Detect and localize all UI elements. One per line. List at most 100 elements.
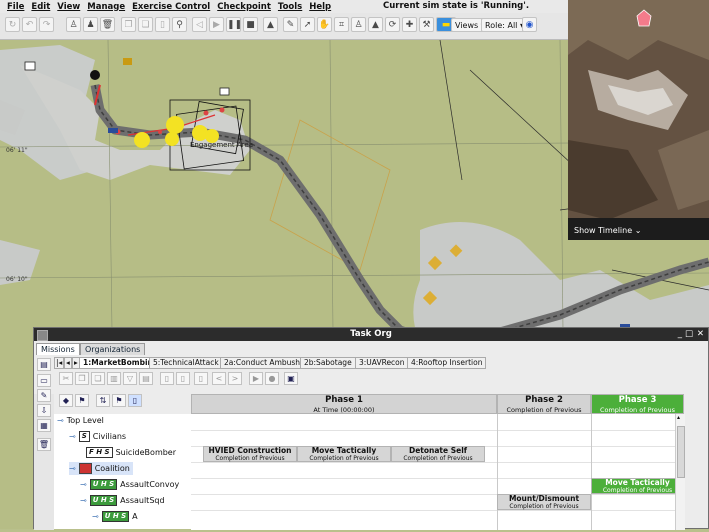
paste-icon[interactable]: ❏ bbox=[138, 17, 153, 32]
tree-node-coalition[interactable]: ⊸ Coalition bbox=[69, 462, 133, 475]
satellite-inset[interactable]: Show Timeline ⌄ bbox=[568, 0, 709, 240]
close-icon[interactable]: ✕ bbox=[697, 328, 704, 341]
menu-manage[interactable]: Manage bbox=[87, 2, 125, 12]
grid-icon[interactable]: ⌗ bbox=[334, 17, 349, 32]
flag-icon[interactable]: ⚑ bbox=[112, 394, 126, 407]
move-right-icon[interactable]: > bbox=[228, 372, 242, 385]
print-icon[interactable]: ▣ bbox=[284, 372, 298, 385]
scroll-prev-icon[interactable]: ◂ bbox=[64, 357, 72, 369]
undo-icon[interactable]: ↶ bbox=[22, 17, 37, 32]
task-move-tactically-phase-3[interactable]: Move Tactically Completion of Previous bbox=[591, 478, 684, 494]
binoculars-icon[interactable]: ⚲ bbox=[172, 17, 187, 32]
filter-icon[interactable]: ▽ bbox=[123, 372, 137, 385]
filter-tree-icon[interactable]: ⚑ bbox=[75, 394, 89, 407]
phase-2-header[interactable]: Phase 2 Completion of Previous bbox=[497, 394, 591, 414]
terrain-icon[interactable]: ▲ bbox=[368, 17, 383, 32]
warning-icon[interactable]: ▲ bbox=[263, 17, 278, 32]
tree-node-civilians[interactable]: ⊸ S Civilians bbox=[69, 430, 126, 443]
scroll-up-icon[interactable]: ▴ bbox=[677, 414, 680, 421]
doc-delete-icon[interactable]: ▯ bbox=[194, 372, 208, 385]
add-mission-icon[interactable]: ▤ bbox=[37, 358, 51, 371]
menu-help[interactable]: Help bbox=[309, 2, 331, 12]
refresh-icon[interactable]: ↻ bbox=[5, 17, 20, 32]
tag-icon[interactable]: ◆ bbox=[59, 394, 73, 407]
mission-tab-technicalattack[interactable]: 5:TechnicalAttack bbox=[149, 357, 223, 369]
import-icon[interactable]: ⇩ bbox=[37, 404, 51, 417]
main-toolbar: ↻ ↶ ↷ ♙ ♟ 🗑 ❐ ❏ ▯ ⚲ ◁ ▶ ❚❚ ■ ▲ ✎ ➚ ✋ ⌗ ♙… bbox=[0, 13, 568, 40]
delete-icon[interactable]: 🗑 bbox=[100, 17, 115, 32]
crosshair-icon[interactable]: ✚ bbox=[402, 17, 417, 32]
play-icon[interactable]: ▶ bbox=[209, 17, 224, 32]
sort-icon[interactable]: ⇅ bbox=[96, 394, 110, 407]
scroll-first-icon[interactable]: |◂ bbox=[54, 357, 65, 369]
cut-icon[interactable]: ✂ bbox=[59, 372, 73, 385]
mission-tab-conduct-ambush[interactable]: 2a:Conduct Ambush bbox=[220, 357, 305, 369]
pan-icon[interactable]: ✋ bbox=[317, 17, 332, 32]
phase-3-header[interactable]: Phase 3 Completion of Previous bbox=[591, 394, 684, 414]
red-unit-icon[interactable]: ▦ bbox=[37, 419, 51, 432]
doc-copy-icon[interactable]: ▯ bbox=[176, 372, 190, 385]
copy-task-icon[interactable]: ❐ bbox=[75, 372, 89, 385]
task-detonate-self[interactable]: Detonate Self Completion of Previous bbox=[391, 446, 485, 462]
doc-icon[interactable]: ▯ bbox=[160, 372, 174, 385]
show-timeline-button[interactable]: Show Timeline ⌄ bbox=[574, 226, 641, 235]
paste-task-icon[interactable]: ❏ bbox=[91, 372, 105, 385]
pause-icon[interactable]: ❚❚ bbox=[226, 17, 242, 32]
edit-mission-icon[interactable]: ✎ bbox=[37, 389, 51, 402]
phase-1-header[interactable]: Phase 1 At Time (00:00:00) bbox=[191, 394, 497, 414]
tools-icon[interactable]: ⚒ bbox=[419, 17, 434, 32]
pointer-icon[interactable]: ➚ bbox=[300, 17, 315, 32]
scroll-thumb[interactable] bbox=[677, 426, 685, 478]
menu-checkpoint[interactable]: Checkpoint bbox=[217, 2, 271, 12]
a-label: A bbox=[132, 512, 138, 521]
menu-edit[interactable]: Edit bbox=[31, 2, 50, 12]
expand-icon[interactable]: ⊸ bbox=[69, 432, 76, 441]
mission-tab-rooftop-insertion[interactable]: 4:Rooftop Insertion bbox=[407, 357, 487, 369]
page-icon[interactable]: ▯ bbox=[128, 394, 142, 407]
tree-node-top-level[interactable]: ⊸ Top Level bbox=[57, 414, 104, 427]
mission-list-icon[interactable]: ▭ bbox=[37, 374, 51, 387]
delete-unit-icon[interactable]: 🗑 bbox=[37, 438, 51, 451]
globe-icon[interactable]: ◉ bbox=[522, 17, 537, 32]
expand-icon[interactable]: ⊸ bbox=[80, 480, 87, 489]
minimize-icon[interactable]: _ bbox=[678, 328, 682, 341]
task-move-tactically[interactable]: Move Tactically Completion of Previous bbox=[297, 446, 391, 462]
tree-node-suicidebomber[interactable]: F H S SuicideBomber bbox=[86, 446, 176, 459]
back-icon[interactable]: ◁ bbox=[192, 17, 207, 32]
redo-icon[interactable]: ↷ bbox=[39, 17, 54, 32]
maximize-icon[interactable]: □ bbox=[685, 328, 693, 341]
stop-icon[interactable]: ■ bbox=[243, 17, 258, 32]
mission-tab-sabotage[interactable]: 2b:Sabotage bbox=[300, 357, 356, 369]
expand-icon[interactable]: ⊸ bbox=[80, 496, 87, 505]
copy-icon[interactable]: ❐ bbox=[121, 17, 136, 32]
menu-tools[interactable]: Tools bbox=[278, 2, 302, 12]
tab-missions[interactable]: Missions bbox=[36, 343, 80, 355]
move-left-icon[interactable]: < bbox=[212, 372, 226, 385]
tree-node-assaultsqd[interactable]: ⊸ U H S AssaultSqd bbox=[80, 494, 165, 507]
unit-icon[interactable]: ♙ bbox=[66, 17, 81, 32]
task-mount-dismount[interactable]: Mount/Dismount Completion of Previous bbox=[497, 494, 591, 510]
person-icon[interactable]: ♙ bbox=[351, 17, 366, 32]
rotate-icon[interactable]: ⟳ bbox=[385, 17, 400, 32]
tree-node-a[interactable]: ⊸ U H S A bbox=[92, 510, 138, 523]
expand-icon[interactable]: ⊸ bbox=[57, 416, 64, 425]
group-icon[interactable]: ♟ bbox=[83, 17, 98, 32]
menu-file[interactable]: File bbox=[7, 2, 24, 12]
tab-organizations[interactable]: Organizations bbox=[80, 343, 146, 355]
expand-icon[interactable]: ⊸ bbox=[69, 464, 76, 473]
trash-icon[interactable]: ▯ bbox=[155, 17, 170, 32]
play-task-icon[interactable]: ▶ bbox=[249, 372, 263, 385]
menu-exercise-control[interactable]: Exercise Control bbox=[132, 2, 210, 12]
role-dropdown[interactable]: Role: All ▾ bbox=[481, 18, 528, 32]
tree-node-assaultconvoy[interactable]: ⊸ U H S AssaultConvoy bbox=[80, 478, 179, 491]
record-icon[interactable]: ● bbox=[265, 372, 279, 385]
menu-view[interactable]: View bbox=[57, 2, 80, 12]
expand-icon[interactable]: ⊸ bbox=[92, 512, 99, 521]
split-icon[interactable]: ▥ bbox=[107, 372, 121, 385]
coalition-label: Coalition bbox=[94, 464, 130, 473]
task-hvied-construction[interactable]: HVIED Construction Completion of Previou… bbox=[203, 446, 297, 462]
draw-icon[interactable]: ✎ bbox=[283, 17, 298, 32]
merge-icon[interactable]: ▤ bbox=[139, 372, 153, 385]
mission-tab-uavrecon[interactable]: 3:UAVRecon bbox=[355, 357, 409, 369]
vertical-scrollbar[interactable]: ▴ bbox=[675, 414, 685, 530]
